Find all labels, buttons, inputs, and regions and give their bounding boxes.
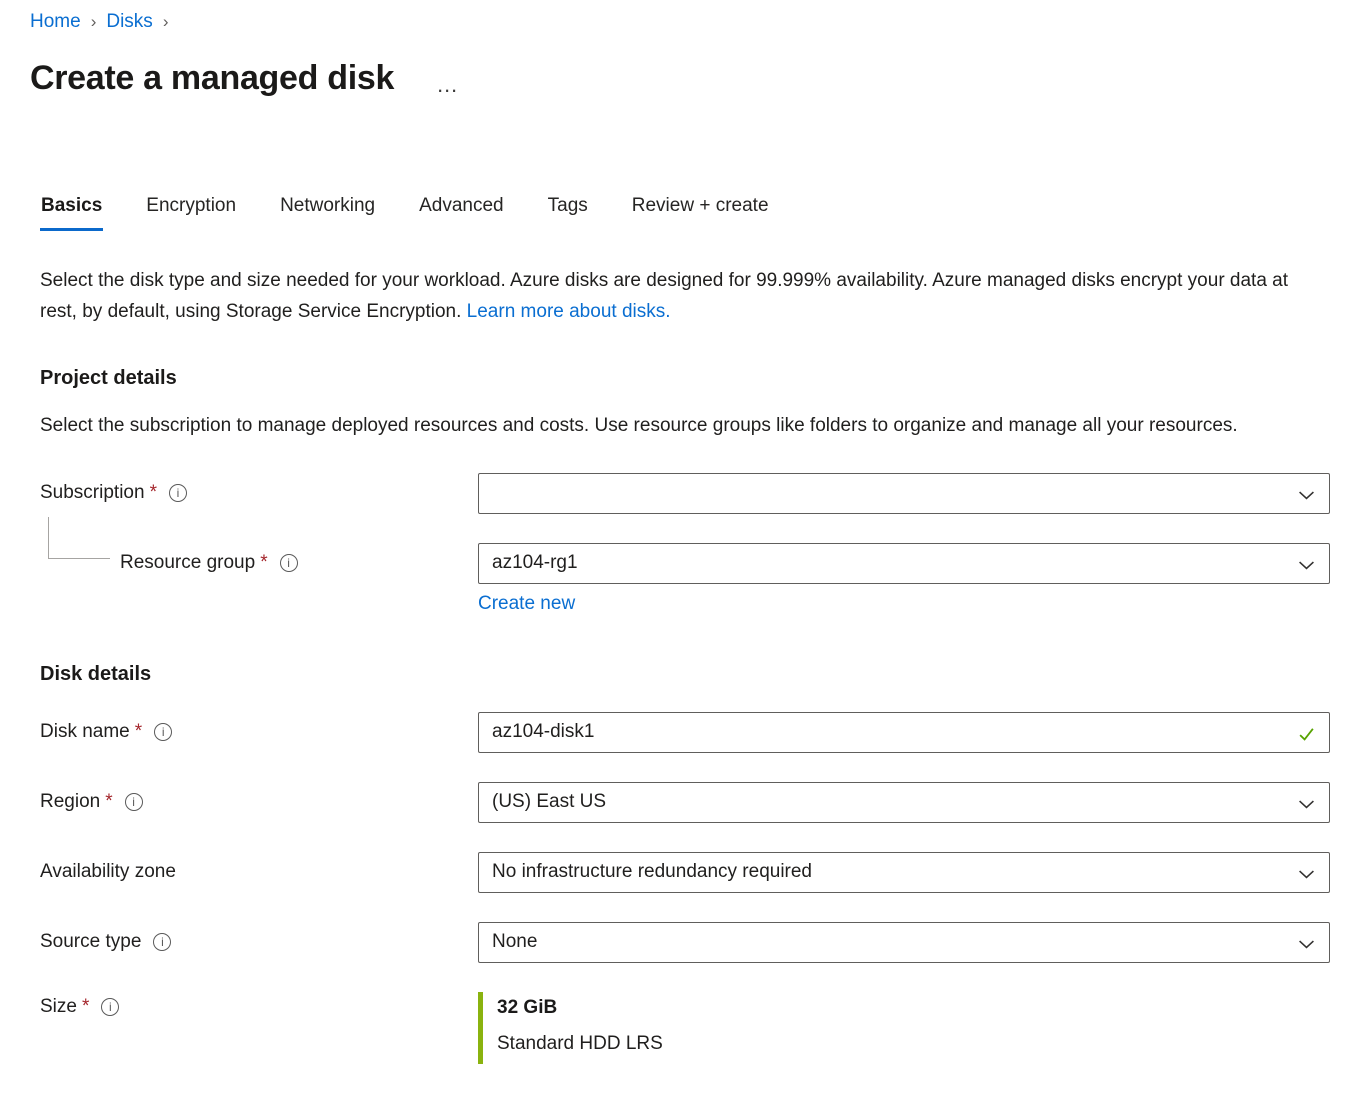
breadcrumb-separator: › xyxy=(91,12,97,32)
resource-group-row: Resource group * i az104-rg1 Create new xyxy=(40,543,1330,615)
source-type-dropdown[interactable]: None xyxy=(478,922,1330,963)
region-label-cell: Region * i xyxy=(40,782,478,823)
availability-zone-label-cell: Availability zone xyxy=(40,852,478,893)
subscription-label-cell: Subscription * i xyxy=(40,473,478,514)
title-row: Create a managed disk … xyxy=(30,58,1330,99)
resource-group-label: Resource group xyxy=(120,552,255,574)
required-marker: * xyxy=(150,482,157,504)
subscription-label: Subscription xyxy=(40,482,145,504)
subscription-row: Subscription * i xyxy=(40,473,1330,514)
learn-more-disks-link[interactable]: Learn more about disks. xyxy=(467,301,671,322)
disk-name-row: Disk name * i az104-disk1 xyxy=(40,712,1330,753)
size-label-cell: Size * i xyxy=(40,992,478,1022)
tab-bar: Basics Encryption Networking Advanced Ta… xyxy=(40,195,1330,231)
size-label: Size xyxy=(40,996,77,1018)
chevron-down-icon xyxy=(1298,557,1315,574)
chevron-down-icon xyxy=(1298,796,1315,813)
source-type-control-cell: None xyxy=(478,922,1330,963)
availability-zone-row: Availability zone No infrastructure redu… xyxy=(40,852,1330,893)
chevron-down-icon xyxy=(1298,936,1315,953)
subscription-info-icon[interactable]: i xyxy=(169,484,187,502)
required-marker: * xyxy=(105,791,112,813)
resource-group-dropdown[interactable]: az104-rg1 xyxy=(478,543,1330,584)
create-new-resource-group-link[interactable]: Create new xyxy=(478,593,575,615)
source-type-info-icon[interactable]: i xyxy=(153,933,171,951)
disk-name-label: Disk name xyxy=(40,721,130,743)
resource-group-info-icon[interactable]: i xyxy=(280,554,298,572)
basics-form: Subscription * i Resource group * xyxy=(40,473,1330,1064)
project-details-heading: Project details xyxy=(40,367,1330,390)
required-marker: * xyxy=(260,552,267,574)
more-options-button[interactable]: … xyxy=(436,80,460,90)
disk-name-input[interactable]: az104-disk1 xyxy=(478,712,1330,753)
availability-zone-value: No infrastructure redundancy required xyxy=(492,861,812,883)
source-type-label: Source type xyxy=(40,931,141,953)
region-info-icon[interactable]: i xyxy=(125,793,143,811)
subscription-control-cell xyxy=(478,473,1330,514)
size-sku: Standard HDD LRS xyxy=(497,1029,1330,1058)
availability-zone-dropdown[interactable]: No infrastructure redundancy required xyxy=(478,852,1330,893)
breadcrumb-home-link[interactable]: Home xyxy=(30,11,81,33)
tab-networking[interactable]: Networking xyxy=(279,195,376,231)
region-dropdown[interactable]: (US) East US xyxy=(478,782,1330,823)
breadcrumb-disks-link[interactable]: Disks xyxy=(106,11,152,33)
resource-group-value: az104-rg1 xyxy=(492,552,578,574)
disk-name-control-cell: az104-disk1 xyxy=(478,712,1330,753)
tab-advanced[interactable]: Advanced xyxy=(418,195,505,231)
source-type-row: Source type i None xyxy=(40,922,1330,963)
required-marker: * xyxy=(135,721,142,743)
chevron-down-icon xyxy=(1298,487,1315,504)
size-row: Size * i 32 GiB Standard HDD LRS xyxy=(40,992,1330,1064)
availability-zone-label: Availability zone xyxy=(40,861,176,883)
tab-tags[interactable]: Tags xyxy=(547,195,589,231)
create-managed-disk-page: Home › Disks › Create a managed disk … B… xyxy=(0,0,1348,1064)
resource-group-label-cell: Resource group * i xyxy=(40,543,478,584)
intro-paragraph: Select the disk type and size needed for… xyxy=(40,265,1330,327)
field-connector-line xyxy=(48,517,110,559)
disk-name-value: az104-disk1 xyxy=(492,721,594,743)
valid-checkmark-icon xyxy=(1298,726,1315,743)
resource-group-control-cell: az104-rg1 Create new xyxy=(478,543,1330,615)
region-label: Region xyxy=(40,791,100,813)
basics-tab-content: Select the disk type and size needed for… xyxy=(30,265,1330,1064)
tab-encryption[interactable]: Encryption xyxy=(145,195,237,231)
size-info-icon[interactable]: i xyxy=(101,998,119,1016)
subscription-dropdown[interactable] xyxy=(478,473,1330,514)
source-type-value: None xyxy=(492,931,537,953)
page-title: Create a managed disk xyxy=(30,58,394,99)
region-value: (US) East US xyxy=(492,791,606,813)
size-control-cell: 32 GiB Standard HDD LRS xyxy=(478,992,1330,1064)
region-row: Region * i (US) East US xyxy=(40,782,1330,823)
source-type-label-cell: Source type i xyxy=(40,922,478,963)
tab-basics[interactable]: Basics xyxy=(40,195,103,231)
tab-review-create[interactable]: Review + create xyxy=(631,195,770,231)
required-marker: * xyxy=(82,996,89,1018)
chevron-down-icon xyxy=(1298,866,1315,883)
size-summary[interactable]: 32 GiB Standard HDD LRS xyxy=(478,992,1330,1064)
breadcrumb: Home › Disks › xyxy=(30,10,1330,34)
size-value: 32 GiB xyxy=(497,993,1330,1022)
disk-name-label-cell: Disk name * i xyxy=(40,712,478,753)
project-details-description: Select the subscription to manage deploy… xyxy=(40,410,1320,441)
region-control-cell: (US) East US xyxy=(478,782,1330,823)
availability-zone-control-cell: No infrastructure redundancy required xyxy=(478,852,1330,893)
breadcrumb-separator: › xyxy=(163,12,169,32)
disk-details-heading: Disk details xyxy=(40,663,1330,686)
disk-name-info-icon[interactable]: i xyxy=(154,723,172,741)
